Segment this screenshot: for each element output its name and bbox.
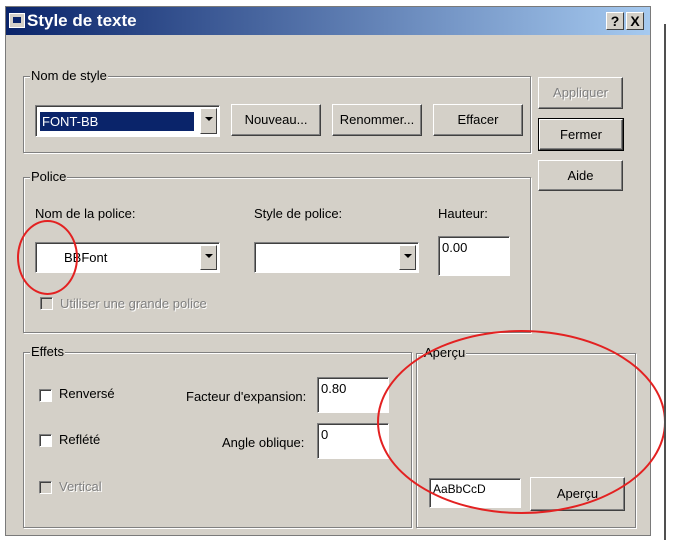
style-name-combo[interactable]: FONT-BB bbox=[35, 105, 220, 137]
delete-style-button[interactable]: Effacer bbox=[433, 104, 523, 136]
help-button[interactable]: Aide bbox=[538, 160, 623, 191]
backwards-checkbox[interactable] bbox=[39, 434, 52, 447]
upside-down-label: Renversé bbox=[59, 386, 115, 401]
style-name-value: FONT-BB bbox=[40, 112, 194, 131]
bigfont-checkbox[interactable] bbox=[40, 297, 53, 310]
width-factor-label: Facteur d'expansion: bbox=[186, 389, 307, 404]
chevron-down-icon[interactable] bbox=[200, 245, 217, 270]
dialog-window: Style de texte ? X Nom de style FONT-BB … bbox=[5, 6, 666, 536]
app-icon bbox=[9, 13, 25, 28]
vertical-label: Vertical bbox=[59, 479, 102, 494]
annotation-circle-preview bbox=[377, 330, 666, 514]
annotation-circle-font bbox=[17, 220, 78, 295]
upside-down-checkbox[interactable] bbox=[39, 389, 52, 402]
window-divider bbox=[664, 24, 666, 540]
chevron-down-icon[interactable] bbox=[399, 245, 416, 270]
effects-legend: Effets bbox=[30, 344, 66, 360]
close-title-button[interactable]: X bbox=[626, 12, 644, 30]
vertical-checkbox[interactable] bbox=[39, 481, 52, 494]
font-name-label: Nom de la police: bbox=[35, 206, 136, 221]
font-style-combo[interactable] bbox=[254, 242, 419, 273]
title-bar[interactable]: Style de texte ? X bbox=[6, 7, 650, 35]
apply-button[interactable]: Appliquer bbox=[538, 77, 623, 109]
height-input[interactable]: 0.00 bbox=[438, 236, 510, 276]
style-name-legend: Nom de style bbox=[30, 68, 108, 84]
height-label: Hauteur: bbox=[438, 206, 488, 221]
window-title: Style de texte bbox=[27, 11, 137, 30]
help-title-button[interactable]: ? bbox=[606, 12, 624, 30]
oblique-label: Angle oblique: bbox=[222, 435, 305, 450]
rename-style-button[interactable]: Renommer... bbox=[332, 104, 422, 136]
font-legend: Police bbox=[30, 169, 68, 185]
backwards-label: Reflété bbox=[59, 432, 101, 447]
chevron-down-icon[interactable] bbox=[200, 108, 217, 134]
close-button[interactable]: Fermer bbox=[538, 118, 624, 151]
bigfont-label: Utiliser une grande police bbox=[60, 296, 207, 311]
font-style-label: Style de police: bbox=[254, 206, 343, 221]
new-style-button[interactable]: Nouveau... bbox=[231, 104, 321, 136]
